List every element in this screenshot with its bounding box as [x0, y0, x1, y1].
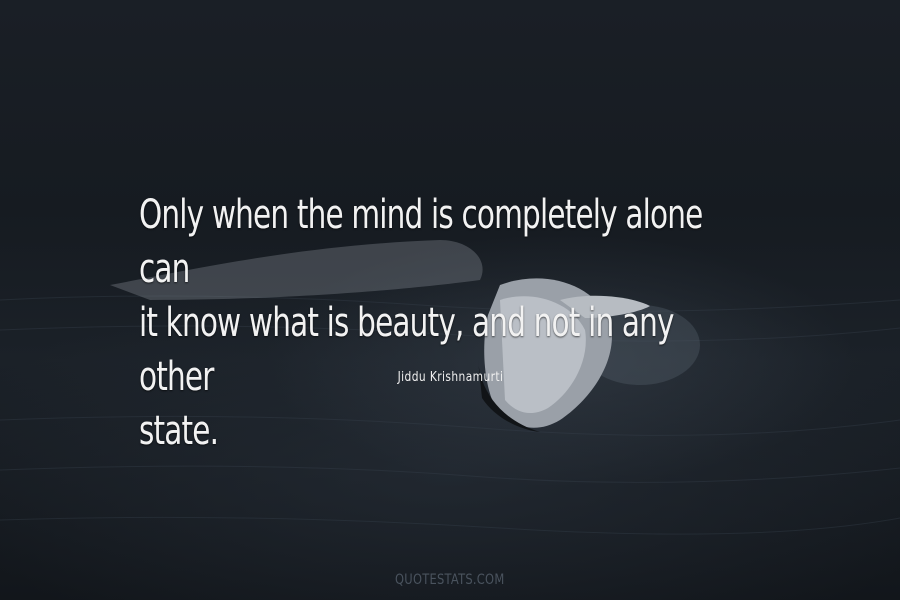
quote-line: it know what is beauty, and not in any o…	[139, 300, 674, 400]
watermark-text: QUOTESTATS.COM	[395, 572, 505, 588]
site-watermark: QUOTESTATS.COM	[0, 572, 900, 588]
quote-text: Only when the mind is completely alone c…	[139, 188, 713, 458]
author-name: Jiddu Krishnamurti	[397, 370, 503, 385]
quote-line: Only when the mind is completely alone c…	[139, 192, 703, 292]
quote-author: Jiddu Krishnamurti	[0, 370, 900, 385]
quote-line: state.	[139, 408, 219, 454]
quote-image: Only when the mind is completely alone c…	[0, 0, 900, 600]
